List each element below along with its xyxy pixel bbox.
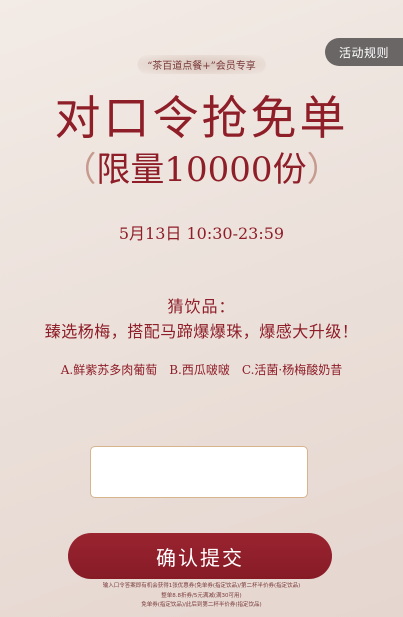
confirm-submit-button[interactable]: 确认提交: [68, 533, 332, 579]
subtitle-open-paren: （: [62, 150, 97, 190]
footnote-line: 输入口令答案即有机会获得1张优惠券(免单券(指定饮品)/第二杯半价券(指定饮品): [102, 583, 301, 589]
footnote-line: 整单8.8折券/5元满减(满30可用): [161, 592, 242, 599]
quantity-subtitle: （限量10000份）: [0, 148, 403, 192]
activity-rules-button[interactable]: 活动规则: [325, 38, 403, 66]
subtitle-text: 限量10000份: [96, 150, 307, 190]
guess-clue: 臻选杨梅，搭配马蹄爆爆珠，爆感大升级！: [44, 322, 359, 341]
answer-input[interactable]: [90, 446, 308, 498]
subtitle-close-paren: ）: [306, 150, 341, 190]
footnotes: 输入口令答案即有机会获得1张优惠券(免单券(指定饮品)/第二杯半价券(指定饮品)…: [0, 582, 403, 611]
member-exclusive-badge: “茶百道点餐+”会员专享: [137, 55, 266, 74]
option-c: C.活菌·杨梅酸奶昔: [241, 363, 343, 377]
guess-label: 猜饮品：: [167, 297, 236, 316]
footnote-line: 免单券(指定饮品)/此后到第二杯半价券(指定饮品): [141, 602, 262, 608]
option-b: B.西瓜啵啵: [169, 363, 230, 377]
event-date: 5月13日 10:30-23:59: [118, 224, 285, 243]
answer-options: A.鲜紫苏多肉葡萄 B.西瓜啵啵 C.活菌·杨梅酸奶昔: [0, 361, 403, 378]
option-a: A.鲜紫苏多肉葡萄: [60, 363, 158, 377]
page-title: 对口令抢免单: [54, 91, 349, 145]
